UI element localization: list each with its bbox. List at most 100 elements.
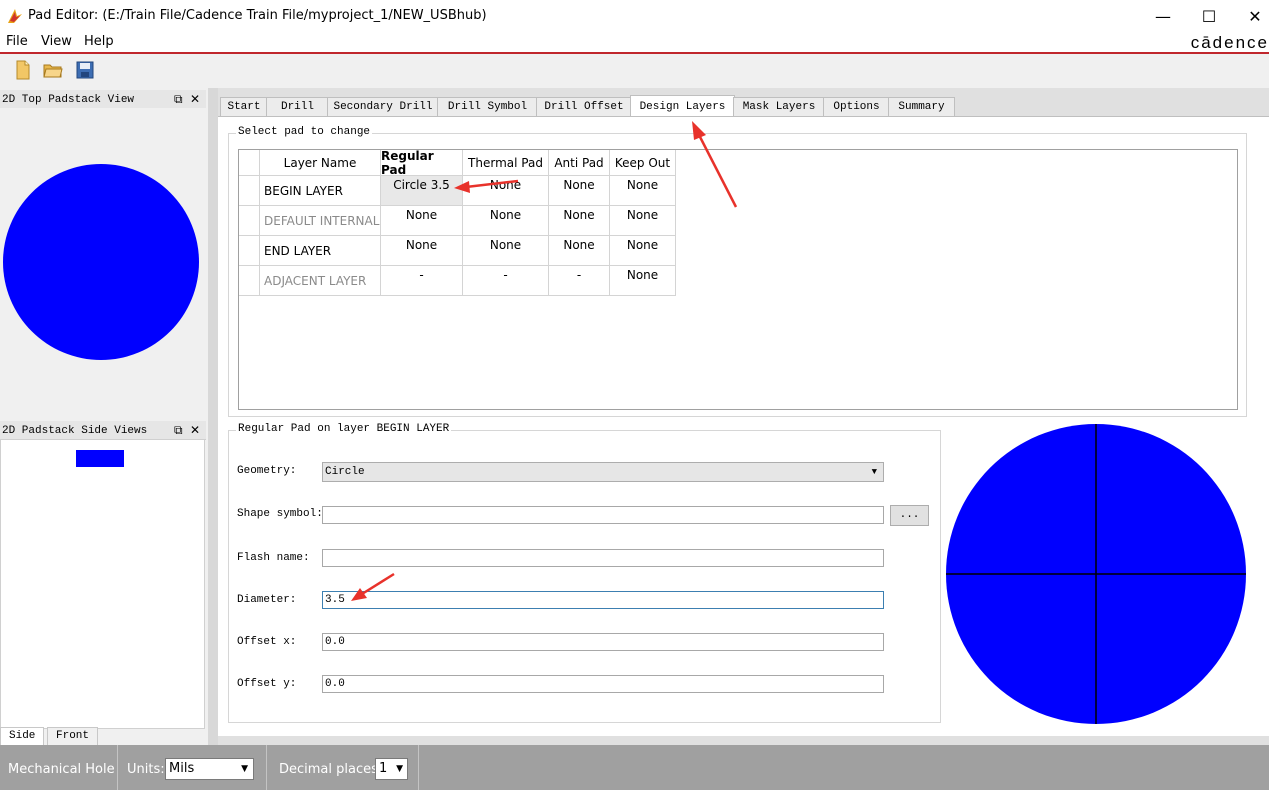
tab-options[interactable]: Options xyxy=(823,97,890,117)
thermal-pad-cell[interactable]: - xyxy=(463,266,549,296)
row-header[interactable] xyxy=(239,206,260,236)
side-view-dock-title: 2D Padstack Side Views ⧉ ✕ xyxy=(0,421,206,440)
layer-name-cell[interactable]: ADJACENT LAYER xyxy=(260,266,381,296)
layer-name-cell[interactable]: DEFAULT INTERNAL xyxy=(260,206,381,236)
regular-pad-cell-selected[interactable]: Circle 3.5 xyxy=(381,176,463,206)
thermal-pad-cell[interactable]: None xyxy=(463,236,549,266)
row-header[interactable] xyxy=(239,236,260,266)
select-pad-group-label: Select pad to change xyxy=(236,126,373,138)
save-disk-icon[interactable] xyxy=(75,60,95,80)
side-tab-side[interactable]: Side xyxy=(0,727,45,746)
column-header-thermal-pad[interactable]: Thermal Pad xyxy=(463,150,549,176)
window-title: Pad Editor: (E:/Train File/Cadence Train… xyxy=(28,8,487,23)
tab-summary[interactable]: Summary xyxy=(888,97,955,117)
tab-secondary-drill[interactable]: Secondary Drill xyxy=(327,97,439,117)
diameter-label: Diameter: xyxy=(237,594,297,606)
close-icon[interactable]: ✕ xyxy=(190,421,200,439)
thermal-pad-cell[interactable]: None xyxy=(463,176,549,206)
menu-view[interactable]: View xyxy=(41,34,72,49)
geometry-select[interactable]: Circle ▼ xyxy=(322,462,884,482)
top-view-title: 2D Top Padstack View xyxy=(2,94,135,106)
regular-pad-cell[interactable]: None xyxy=(381,236,463,266)
units-value: Mils xyxy=(169,761,195,776)
keep-out-cell[interactable]: None xyxy=(610,176,676,206)
flash-name-label: Flash name: xyxy=(237,552,310,564)
maximize-button[interactable]: ☐ xyxy=(1186,0,1232,32)
status-separator xyxy=(418,745,419,790)
layer-name-cell[interactable]: BEGIN LAYER xyxy=(260,176,381,206)
chevron-down-icon: ▼ xyxy=(396,764,403,774)
top-view-pad xyxy=(3,164,199,360)
chevron-down-icon: ▼ xyxy=(241,764,248,774)
top-view-dock-title: 2D Top Padstack View ⧉ ✕ xyxy=(0,90,206,109)
column-header-layer-name[interactable]: Layer Name xyxy=(260,150,381,176)
anti-pad-cell[interactable]: - xyxy=(549,266,610,296)
regular-pad-cell[interactable]: - xyxy=(381,266,463,296)
tab-drill[interactable]: Drill xyxy=(266,97,329,117)
anti-pad-cell[interactable]: None xyxy=(549,236,610,266)
layer-table: Layer Name Regular Pad Thermal Pad Anti … xyxy=(238,149,1238,410)
regular-pad-group-label: Regular Pad on layer BEGIN LAYER xyxy=(236,423,452,435)
tab-drill-offset[interactable]: Drill Offset xyxy=(536,97,632,117)
close-icon[interactable]: ✕ xyxy=(190,90,200,108)
diameter-input[interactable]: 3.5 xyxy=(322,591,884,609)
decimal-places-select[interactable]: 1 ▼ xyxy=(375,758,408,780)
keep-out-cell[interactable]: None xyxy=(610,206,676,236)
side-view-canvas xyxy=(0,439,205,729)
row-header[interactable] xyxy=(239,176,260,206)
offset-x-label: Offset x: xyxy=(237,636,297,648)
toolbar xyxy=(0,54,1269,88)
flash-name-input[interactable] xyxy=(322,549,884,567)
anti-pad-cell[interactable]: None xyxy=(549,206,610,236)
status-mode: Mechanical Hole xyxy=(8,762,115,777)
browse-button[interactable]: ... xyxy=(890,505,929,526)
geometry-value: Circle xyxy=(325,466,365,478)
open-folder-icon[interactable] xyxy=(43,60,63,80)
geometry-label: Geometry: xyxy=(237,465,297,477)
tab-mask-layers[interactable]: Mask Layers xyxy=(733,97,825,117)
layer-name-cell[interactable]: END LAYER xyxy=(260,236,381,266)
thermal-pad-cell[interactable]: None xyxy=(463,206,549,236)
close-icon: ✕ xyxy=(1248,6,1262,26)
offset-y-input[interactable]: 0.0 xyxy=(322,675,884,693)
tab-start[interactable]: Start xyxy=(220,97,268,117)
float-icon[interactable]: ⧉ xyxy=(174,421,183,439)
side-view-title: 2D Padstack Side Views xyxy=(2,425,148,437)
menu-help[interactable]: Help xyxy=(84,34,114,49)
units-label: Units: xyxy=(127,762,165,777)
side-tab-front[interactable]: Front xyxy=(47,727,99,746)
close-window-button[interactable]: ✕ xyxy=(1232,0,1269,32)
offset-y-label: Offset y: xyxy=(237,678,297,690)
keep-out-cell[interactable]: None xyxy=(610,236,676,266)
minimize-icon: — xyxy=(1155,6,1171,26)
pad-preview xyxy=(946,424,1246,724)
column-header-anti-pad[interactable]: Anti Pad xyxy=(549,150,610,176)
menu-file[interactable]: File xyxy=(6,34,28,49)
decimal-places-label: Decimal places: xyxy=(279,762,383,777)
anti-pad-cell[interactable]: None xyxy=(549,176,610,206)
top-view-canvas xyxy=(0,108,206,416)
tab-design-layers[interactable]: Design Layers xyxy=(630,95,735,118)
tab-drill-symbol[interactable]: Drill Symbol xyxy=(437,97,538,117)
column-header-keep-out[interactable]: Keep Out xyxy=(610,150,676,176)
regular-pad-cell[interactable]: None xyxy=(381,206,463,236)
row-header[interactable] xyxy=(239,266,260,296)
column-header-regular-pad[interactable]: Regular Pad xyxy=(381,149,463,177)
status-separator xyxy=(266,745,267,790)
table-corner xyxy=(239,150,260,176)
title-bar: Pad Editor: (E:/Train File/Cadence Train… xyxy=(0,0,1269,32)
keep-out-cell[interactable]: None xyxy=(610,266,676,296)
offset-x-input[interactable]: 0.0 xyxy=(322,633,884,651)
minimize-button[interactable]: — xyxy=(1140,0,1186,32)
shape-symbol-input[interactable] xyxy=(322,506,884,524)
chevron-down-icon: ▼ xyxy=(871,467,877,477)
dock-splitter[interactable] xyxy=(208,88,218,745)
shape-symbol-label: Shape symbol: xyxy=(237,508,323,520)
units-select[interactable]: Mils ▼ xyxy=(165,758,254,780)
status-separator xyxy=(117,745,118,790)
maximize-icon: ☐ xyxy=(1201,6,1217,26)
side-view-pad xyxy=(76,450,124,467)
new-file-icon[interactable] xyxy=(13,60,33,80)
float-icon[interactable]: ⧉ xyxy=(174,90,183,108)
pad-editor-app-icon xyxy=(8,9,22,23)
